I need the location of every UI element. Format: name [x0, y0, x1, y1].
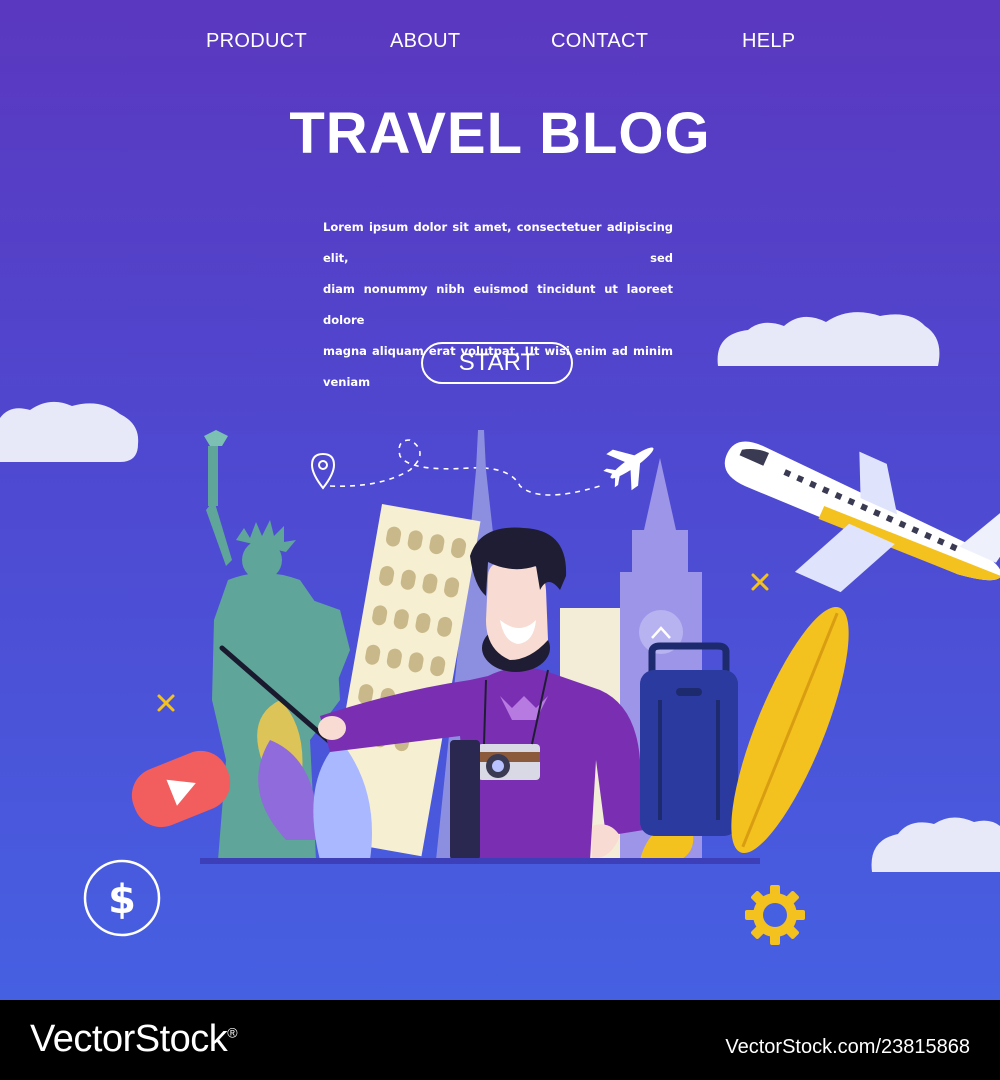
cloud	[0, 401, 139, 462]
location-pin-icon	[310, 452, 336, 490]
dotted-route	[329, 439, 601, 496]
dollar-icon[interactable]: $	[82, 858, 162, 938]
gear-icon[interactable]	[740, 880, 810, 950]
sparkle-icon	[157, 694, 175, 712]
cloud	[717, 312, 940, 366]
watermark-logo: VectorStock®	[30, 1018, 238, 1061]
registered-mark: ®	[227, 1024, 238, 1041]
landing-page: PRODUCT ABOUT CONTACT HELP TRAVEL BLOG L…	[0, 0, 1000, 1000]
watermark-brand: VectorStock	[30, 1018, 228, 1060]
travel-illustration	[0, 312, 1000, 872]
watermark-bar: VectorStock® VectorStock.com/23815868	[0, 1000, 1000, 1080]
tablet	[450, 740, 480, 860]
cloud	[871, 817, 1000, 872]
large-airplane	[724, 441, 1000, 593]
svg-text:$: $	[108, 877, 136, 923]
watermark-image-id: VectorStock.com/23815868	[725, 1036, 970, 1058]
ground-line	[200, 858, 760, 864]
sparkle-icon	[751, 573, 769, 591]
play-video-icon[interactable]	[126, 744, 236, 834]
suitcase	[640, 642, 738, 836]
